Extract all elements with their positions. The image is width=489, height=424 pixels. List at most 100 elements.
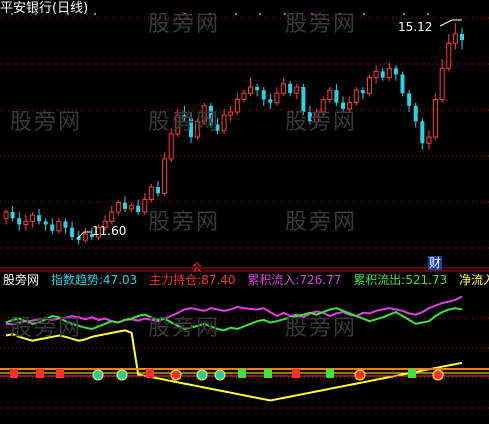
- candle-body: [426, 136, 432, 144]
- candle-body: [162, 158, 168, 194]
- candle-body: [400, 74, 405, 94]
- signal-dot: [283, 12, 287, 16]
- signal-block: [408, 369, 416, 378]
- signal-dot: [310, 12, 314, 16]
- candle-body: [3, 211, 9, 219]
- candle-body: [341, 102, 346, 109]
- net-flow-line: [5, 329, 463, 402]
- signal-dot: [426, 12, 430, 16]
- candle-body: [50, 224, 55, 231]
- candle-body: [393, 68, 398, 75]
- legend-label: 指数趋势:: [50, 273, 103, 287]
- legend-label: 累积流入:: [247, 273, 300, 287]
- candle-body: [373, 70, 379, 79]
- low-price-label: 11.60: [92, 224, 127, 238]
- signal-dot: [208, 12, 212, 16]
- candle-body: [308, 112, 312, 122]
- candle-body: [386, 67, 392, 79]
- signal-block: [36, 369, 44, 378]
- candle-body: [195, 120, 201, 138]
- signal-block: [326, 369, 334, 378]
- indicator-name: 股旁网: [3, 273, 40, 287]
- candlestick-series: [3, 19, 464, 245]
- candle-body: [228, 111, 234, 116]
- candle-body: [314, 111, 320, 122]
- signal-dot: [362, 12, 366, 16]
- candle-body: [129, 205, 135, 210]
- candle-body: [215, 124, 220, 131]
- candle-body: [320, 99, 326, 113]
- candle-body: [37, 215, 42, 222]
- chart-canvas: [0, 12, 489, 409]
- candle-body: [255, 87, 260, 91]
- signal-icon: [196, 369, 208, 381]
- candle-body: [148, 186, 154, 200]
- candle-body: [452, 33, 458, 44]
- legend-value: 521.73: [405, 273, 448, 287]
- candle-body: [360, 90, 365, 94]
- candle-body: [268, 99, 273, 103]
- candle-body: [63, 221, 68, 228]
- candle-body: [201, 105, 207, 122]
- candle-body: [234, 99, 240, 113]
- candle-body: [446, 42, 452, 69]
- signal-block: [146, 369, 154, 378]
- candle-body: [366, 77, 372, 94]
- candle-body: [17, 218, 22, 225]
- candle-body: [82, 233, 88, 241]
- candle-body: [56, 220, 62, 232]
- inflow-line: [5, 295, 463, 326]
- legend-value: 87.40: [201, 273, 236, 287]
- signal-icon: [170, 369, 182, 381]
- indicator-series: [0, 295, 489, 402]
- high-leader-line: [439, 19, 462, 27]
- candle-body: [136, 205, 141, 212]
- signal-dot: [93, 12, 97, 16]
- grid-lines: [0, 17, 489, 409]
- signal-block: [292, 369, 300, 378]
- finance-badge[interactable]: 财: [428, 256, 443, 270]
- signal-dot: [338, 12, 342, 16]
- legend-value: 726.77: [299, 273, 342, 287]
- high-price-label: 15.12: [398, 20, 433, 34]
- candle-body: [23, 220, 29, 225]
- legend-value: 47.03: [102, 273, 138, 287]
- candle-body: [301, 87, 306, 112]
- chart-title: 平安银行(日线): [0, 1, 89, 16]
- candle-body: [29, 214, 35, 222]
- candle-body: [208, 105, 213, 125]
- candle-body: [168, 133, 174, 160]
- signal-dot: [402, 12, 406, 16]
- signal-dot: [183, 12, 187, 16]
- candle-body: [241, 92, 247, 100]
- candle-body: [261, 90, 266, 100]
- candle-body: [274, 92, 280, 104]
- candle-body: [122, 202, 127, 209]
- candle-body: [433, 99, 439, 138]
- candle-body: [10, 212, 15, 219]
- signal-icon: [354, 369, 366, 381]
- signal-dot: [258, 12, 262, 16]
- candle-body: [420, 121, 425, 144]
- candle-body: [334, 90, 339, 103]
- signal-block: [238, 369, 246, 378]
- candle-body: [248, 86, 254, 94]
- signal-icon: [92, 369, 104, 381]
- candle-body: [221, 114, 227, 132]
- candle-body: [288, 83, 293, 94]
- stock-chart-window: { "title": "平安银行(日线)", "watermark": "股旁网…: [0, 0, 489, 424]
- outflow-line: [5, 307, 463, 332]
- signal-dot: [234, 12, 238, 16]
- candle-body: [70, 227, 75, 237]
- signal-icon: [116, 369, 128, 381]
- legend-label: 主力持仓:: [149, 273, 202, 287]
- candle-body: [407, 93, 412, 106]
- candle-body: [182, 115, 187, 119]
- signal-icon: [214, 369, 226, 381]
- candle-body: [380, 71, 385, 78]
- indicator-legend: 股旁网 指数趋势:47.03 主力持仓:87.40 累积流入:726.77 累积…: [0, 272, 489, 288]
- signal-block: [10, 369, 18, 378]
- signal-block: [264, 369, 272, 378]
- legend-label: 累积流出:: [353, 273, 406, 287]
- candle-body: [460, 33, 464, 41]
